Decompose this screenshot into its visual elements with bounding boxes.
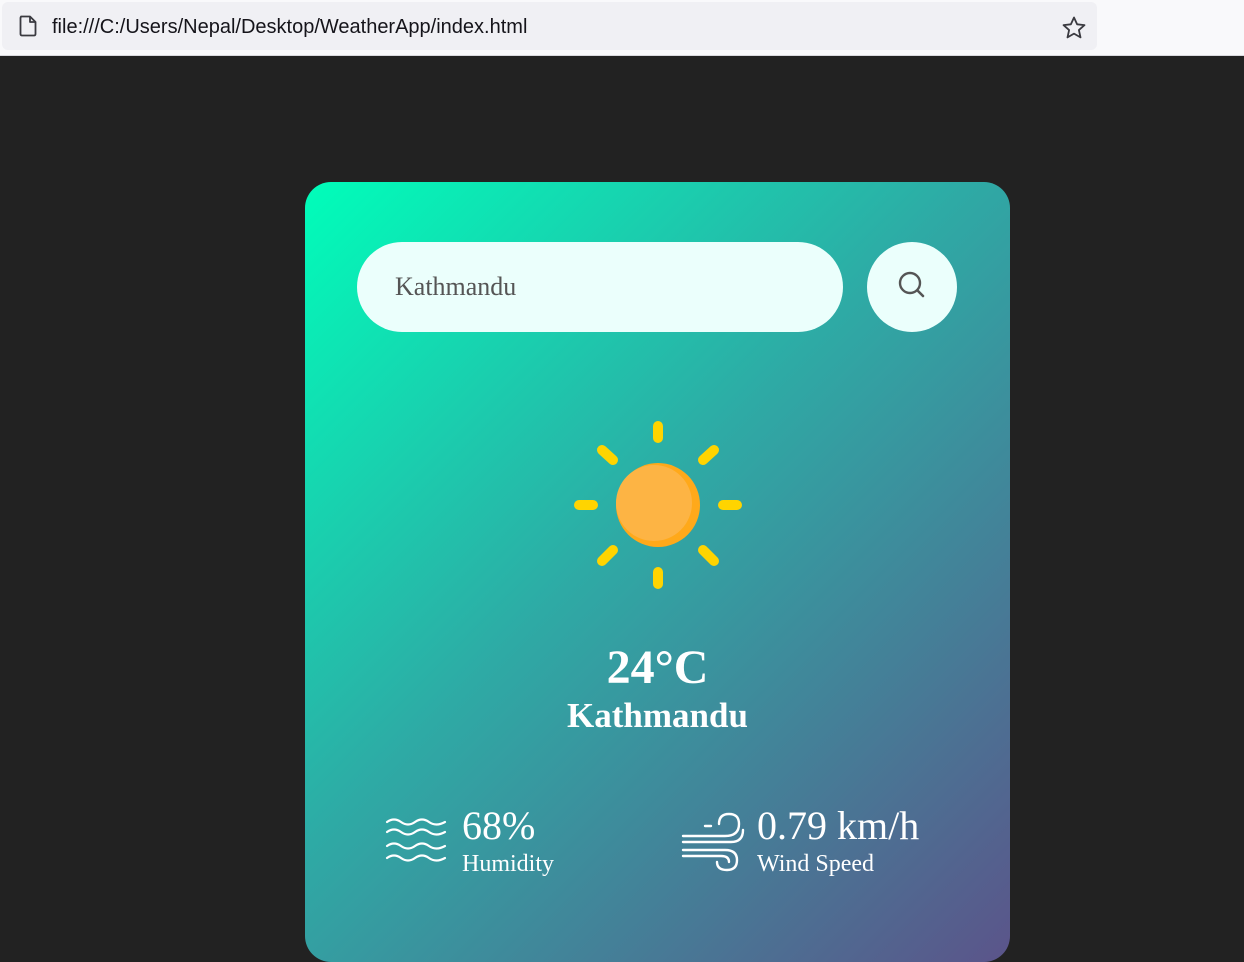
humidity-value: 68%	[462, 803, 536, 848]
sun-icon	[574, 421, 742, 589]
humidity-waves-icon	[385, 818, 447, 862]
search-button[interactable]	[867, 242, 957, 332]
url-text[interactable]: file:///C:/Users/Nepal/Desktop/WeatherAp…	[52, 15, 527, 39]
wind-speed-value: 0.79 km/h	[757, 803, 920, 848]
wind-speed-label: Wind Speed	[757, 851, 875, 877]
city-search-input[interactable]	[357, 242, 843, 332]
star-icon[interactable]	[1061, 15, 1087, 41]
humidity-label: Humidity	[462, 851, 555, 877]
wind-icon	[681, 812, 745, 872]
weather-card: 24°C Kathmandu 68% Humidity 0.79 km/h Wi…	[305, 182, 1010, 962]
search-icon	[898, 271, 925, 298]
temperature: 24°C	[606, 641, 709, 694]
document-icon	[19, 15, 37, 37]
browser-toolbar: file:///C:/Users/Nepal/Desktop/WeatherAp…	[0, 0, 1244, 56]
address-bar[interactable]: file:///C:/Users/Nepal/Desktop/WeatherAp…	[2, 2, 1097, 50]
city-name: Kathmandu	[567, 696, 748, 735]
